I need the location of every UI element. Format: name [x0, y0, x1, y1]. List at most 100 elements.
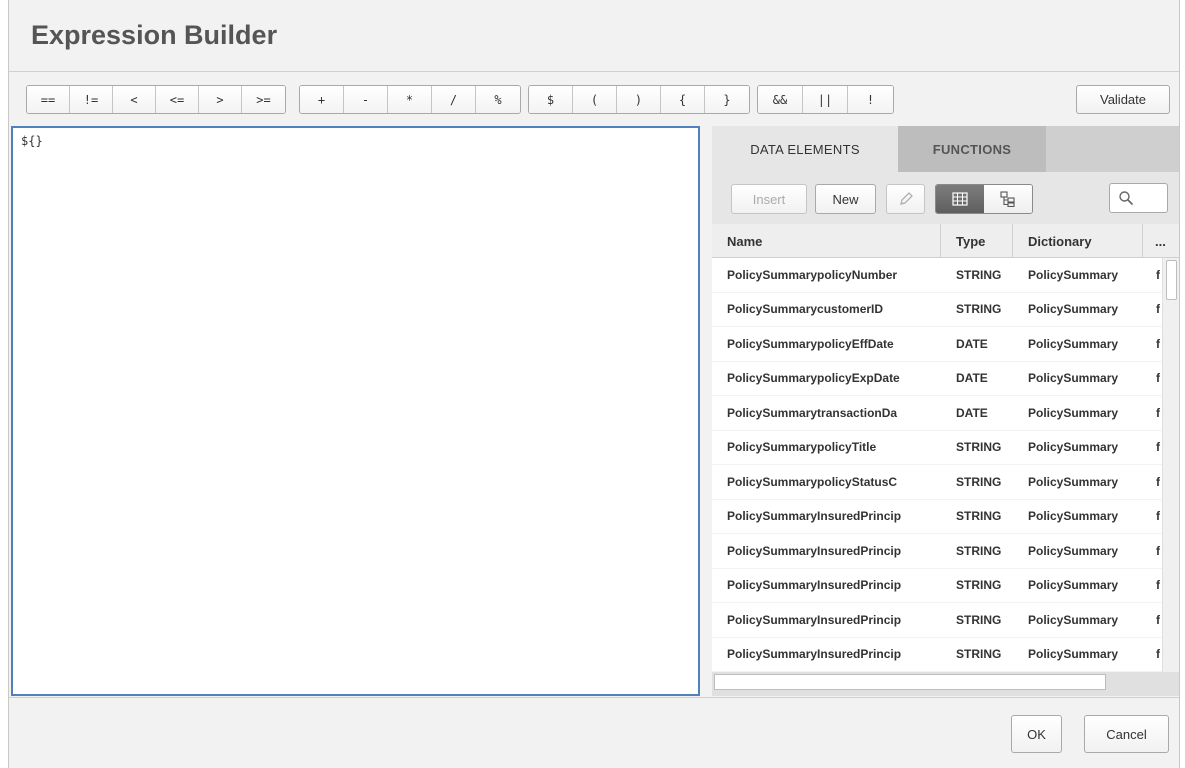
- cell-type: DATE: [956, 405, 988, 420]
- cell-dictionary: PolicySummary: [1028, 543, 1119, 558]
- table-row[interactable]: PolicySummaryInsuredPrincip STRING PolicyS…: [712, 638, 1162, 672]
- cell-name: PolicySummaryInsuredPrincip: [727, 543, 902, 558]
- cell-type: STRING: [956, 509, 1002, 524]
- table-row[interactable]: PolicySummarypolicyExpDate DATE PolicySumm…: [712, 362, 1162, 396]
- cell-name: PolicySummaryInsuredPrincip: [727, 647, 902, 662]
- logical-operator-group: && || !: [757, 85, 894, 114]
- table-row[interactable]: PolicySummarypolicyStatusC STRING PolicySu…: [712, 465, 1162, 500]
- new-button[interactable]: New: [815, 184, 876, 214]
- column-header-dictionary[interactable]: Dictionary: [1013, 224, 1143, 258]
- operator-open-paren-button[interactable]: (: [573, 86, 617, 113]
- vertical-scrollbar[interactable]: [1162, 258, 1179, 672]
- column-header-name[interactable]: Name: [712, 224, 941, 258]
- operator-divide-button[interactable]: /: [432, 86, 476, 113]
- dialog-title: Expression Builder: [31, 20, 278, 50]
- operator-or-button[interactable]: ||: [803, 86, 848, 113]
- operator-open-brace-button[interactable]: {: [661, 86, 705, 113]
- validate-button[interactable]: Validate: [1076, 85, 1170, 114]
- cell-more: f: [1156, 405, 1160, 420]
- column-header-more[interactable]: ...: [1143, 224, 1179, 258]
- cell-dictionary: PolicySummary: [1028, 302, 1119, 317]
- cell-type: STRING: [956, 647, 1002, 662]
- panel-tabs: DATA ELEMENTS FUNCTIONS: [712, 126, 1179, 172]
- operator-dollar-button[interactable]: $: [529, 86, 573, 113]
- cell-more: f: [1156, 371, 1160, 386]
- table-row[interactable]: PolicySummaryInsuredPrincip STRING PolicyS…: [712, 569, 1162, 603]
- operator-plus-button[interactable]: +: [300, 86, 344, 113]
- table-row[interactable]: PolicySummarypolicyTitle STRING PolicySumm…: [712, 431, 1162, 465]
- operator-not-button[interactable]: !: [848, 86, 893, 113]
- cell-type: STRING: [956, 612, 1002, 627]
- table-row[interactable]: PolicySummarypolicyNumber STRING PolicySum…: [712, 258, 1162, 293]
- operator-less-than-button[interactable]: <: [113, 86, 156, 113]
- operator-toolbar: == != < <= > >= + - * / % $ ( ) { } && |…: [9, 73, 1179, 125]
- comparison-operator-group: == != < <= > >=: [26, 85, 286, 114]
- cell-name: PolicySummarypolicyTitle: [727, 440, 877, 455]
- cell-type: STRING: [956, 302, 1002, 317]
- column-header-type[interactable]: Type: [941, 224, 1013, 258]
- cell-dictionary: PolicySummary: [1028, 267, 1119, 282]
- operator-close-brace-button[interactable]: }: [705, 86, 749, 113]
- operator-not-equals-button[interactable]: !=: [70, 86, 113, 113]
- cell-name: PolicySummarycustomerID: [727, 302, 884, 317]
- cancel-button[interactable]: Cancel: [1084, 715, 1169, 753]
- table-row[interactable]: PolicySummarycustomerID STRING PolicySumma…: [712, 293, 1162, 327]
- cell-type: STRING: [956, 543, 1002, 558]
- cell-name: PolicySummaryInsuredPrincip: [727, 612, 902, 627]
- expression-builder-dialog: Expression Builder == != < <= > >= + - *…: [8, 0, 1180, 768]
- operator-less-equal-button[interactable]: <=: [156, 86, 199, 113]
- vertical-scrollbar-thumb[interactable]: [1166, 260, 1177, 300]
- operator-greater-than-button[interactable]: >: [199, 86, 242, 113]
- tree-view-icon: [1000, 191, 1015, 207]
- horizontal-scrollbar-thumb[interactable]: [714, 674, 1106, 690]
- operator-close-paren-button[interactable]: ): [617, 86, 661, 113]
- cell-dictionary: PolicySummary: [1028, 440, 1119, 455]
- tab-functions[interactable]: FUNCTIONS: [898, 126, 1046, 172]
- horizontal-scrollbar[interactable]: [712, 672, 1179, 696]
- cell-name: PolicySummarypolicyStatusC: [727, 474, 898, 489]
- table-row[interactable]: PolicySummaryInsuredPrincip STRING PolicyS…: [712, 534, 1162, 569]
- cell-type: STRING: [956, 267, 1002, 282]
- cell-name: PolicySummaryInsuredPrincip: [727, 578, 902, 593]
- cell-dictionary: PolicySummary: [1028, 336, 1119, 351]
- table-row[interactable]: PolicySummaryInsuredPrincip STRING PolicyS…: [712, 500, 1162, 534]
- bracket-operator-group: $ ( ) { }: [528, 85, 750, 114]
- operator-and-button[interactable]: &&: [758, 86, 803, 113]
- pencil-icon: [899, 192, 913, 205]
- operator-equals-button[interactable]: ==: [27, 86, 70, 113]
- operator-multiply-button[interactable]: *: [388, 86, 432, 113]
- dialog-footer: OK Cancel: [9, 697, 1179, 768]
- search-input[interactable]: [1109, 183, 1168, 213]
- insert-button[interactable]: Insert: [731, 184, 807, 214]
- cell-name: PolicySummaryInsuredPrincip: [727, 509, 902, 524]
- cell-more: f: [1156, 302, 1160, 317]
- cell-name: PolicySummarypolicyNumber: [727, 267, 898, 282]
- cell-dictionary: PolicySummary: [1028, 578, 1119, 593]
- arithmetic-operator-group: + - * / %: [299, 85, 521, 114]
- cell-dictionary: PolicySummary: [1028, 647, 1119, 662]
- grid-view-button[interactable]: [936, 185, 984, 213]
- cell-more: f: [1156, 647, 1160, 662]
- tab-data-elements[interactable]: DATA ELEMENTS: [712, 126, 898, 172]
- cell-dictionary: PolicySummary: [1028, 509, 1119, 524]
- operator-minus-button[interactable]: -: [344, 86, 388, 113]
- title-bar: Expression Builder: [9, 0, 1179, 72]
- grid-header: Name Type Dictionary ...: [712, 224, 1179, 258]
- cell-more: f: [1156, 267, 1160, 282]
- tree-view-button[interactable]: [984, 185, 1032, 213]
- cell-type: STRING: [956, 440, 1002, 455]
- cell-name: PolicySummarytransactionDa: [727, 405, 898, 420]
- ok-button[interactable]: OK: [1011, 715, 1062, 753]
- table-row[interactable]: PolicySummarypolicyEffDate DATE PolicySumm…: [712, 327, 1162, 362]
- table-row[interactable]: PolicySummarytransactionDa DATE PolicySumm…: [712, 396, 1162, 431]
- operator-greater-equal-button[interactable]: >=: [242, 86, 285, 113]
- data-panel: DATA ELEMENTS FUNCTIONS Insert New Name …: [712, 126, 1179, 696]
- grid-view-icon: [952, 192, 968, 206]
- operator-modulo-button[interactable]: %: [476, 86, 520, 113]
- table-row[interactable]: PolicySummaryInsuredPrincip STRING PolicyS…: [712, 603, 1162, 638]
- cell-more: f: [1156, 474, 1160, 489]
- cell-dictionary: PolicySummary: [1028, 371, 1119, 386]
- edit-button[interactable]: [886, 184, 925, 214]
- cell-more: f: [1156, 509, 1160, 524]
- expression-editor[interactable]: [11, 126, 700, 696]
